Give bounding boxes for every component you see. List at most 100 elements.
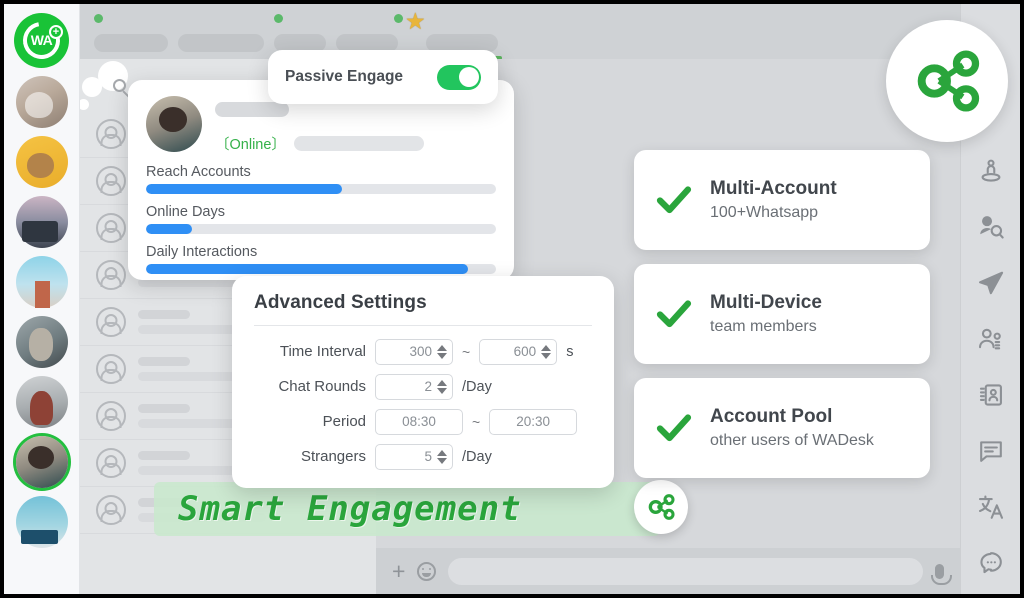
contact-name-placeholder — [138, 451, 190, 460]
support-chat-icon[interactable] — [976, 548, 1006, 578]
account-avatar-bridge[interactable] — [15, 196, 68, 248]
stepper-arrows[interactable] — [437, 379, 447, 394]
app-window: ★ + WA + Passive Engage 〔Online〕 Reach A… — [4, 4, 1020, 594]
feature-title: Multi-Account — [710, 178, 837, 199]
metric-progress-track — [146, 184, 496, 194]
setting-input-to-value: 600 — [513, 344, 537, 359]
tab-label-placeholder — [94, 33, 168, 52]
setting-label: Strangers — [300, 448, 366, 465]
advanced-settings-card: Advanced Settings Time Interval 300 ~600 s C… — [232, 276, 614, 488]
translate-icon[interactable] — [976, 492, 1006, 522]
contact-avatar-icon — [96, 401, 126, 431]
top-tab-3[interactable] — [336, 12, 398, 52]
search-icon[interactable] — [113, 79, 126, 92]
metric-progress-fill — [146, 184, 342, 194]
top-tab-4[interactable]: ★ — [394, 9, 502, 60]
logo-plus-badge: + — [49, 25, 63, 39]
divider — [254, 325, 592, 326]
top-tab-1[interactable] — [178, 12, 264, 52]
profile-subtitle-placeholder — [293, 136, 424, 151]
plus-icon[interactable]: + — [392, 559, 405, 583]
contact-avatar-icon — [96, 448, 126, 478]
contact-avatar-icon — [96, 260, 126, 290]
status-dot — [274, 13, 283, 23]
feature-card-1: Multi-Device team members — [634, 264, 930, 364]
tab-label-placeholder — [426, 33, 498, 52]
account-avatar-tower[interactable] — [15, 256, 68, 308]
setting-row-1: Chat Rounds 2/Day — [254, 369, 592, 404]
setting-time-to[interactable]: 20:30 — [489, 408, 578, 435]
add-group-icon[interactable] — [976, 324, 1006, 354]
banner-text: Smart Engagement — [178, 489, 522, 529]
setting-input[interactable]: 5 — [375, 443, 453, 470]
message-input[interactable] — [448, 557, 923, 585]
top-tab-bar: ★ — [80, 4, 960, 60]
setting-input-from[interactable]: 300 — [375, 338, 453, 365]
setting-label: Chat Rounds — [278, 378, 366, 395]
setting-unit: s — [566, 343, 574, 360]
advanced-settings-title: Advanced Settings — [254, 292, 427, 313]
setting-label: Time Interval — [279, 343, 366, 360]
top-tab-0[interactable] — [94, 12, 168, 52]
contact-avatar-icon — [96, 213, 126, 243]
setting-unit: /Day — [462, 448, 492, 465]
setting-input-value: 2 — [424, 379, 432, 394]
profile-name-placeholder — [215, 102, 289, 117]
contact-name-placeholder — [138, 357, 190, 366]
check-icon — [654, 294, 694, 334]
passive-engage-toggle[interactable] — [437, 64, 481, 90]
account-rail: WA + — [4, 4, 80, 594]
metric-label: Reach Accounts — [146, 164, 251, 180]
account-avatar-pug[interactable] — [15, 136, 68, 188]
setting-row-2: Period 08:30 ~20:30 — [254, 404, 592, 439]
metric-progress-track — [146, 224, 496, 234]
feature-title: Account Pool — [710, 406, 833, 427]
account-avatar-woman[interactable] — [15, 376, 68, 428]
person-locator-icon[interactable] — [976, 156, 1006, 186]
contact-card-icon[interactable] — [976, 380, 1006, 410]
account-avatar-kitten[interactable] — [15, 76, 68, 128]
feature-title: Multi-Device — [710, 292, 822, 313]
top-tab-2[interactable] — [274, 12, 326, 52]
stepper-arrows[interactable] — [437, 449, 447, 464]
stepper-arrows[interactable] — [541, 344, 552, 359]
feature-subtitle: other users of WADesk — [710, 432, 874, 449]
check-icon — [654, 408, 694, 448]
passive-engage-card: Passive Engage — [268, 50, 498, 104]
microphone-icon[interactable] — [931, 563, 952, 585]
emoji-icon[interactable] — [417, 561, 437, 581]
tab-label-placeholder — [336, 33, 398, 52]
smart-engagement-banner: Smart Engagement — [154, 480, 688, 536]
account-avatar-cat[interactable] — [15, 316, 68, 368]
setting-time-from[interactable]: 08:30 — [375, 408, 463, 435]
banner-share-badge[interactable] — [634, 480, 688, 534]
setting-input-value: 5 — [424, 449, 432, 464]
tab-label-placeholder — [178, 33, 264, 52]
account-avatar-man[interactable] — [15, 436, 68, 488]
setting-input[interactable]: 2 — [375, 373, 453, 400]
feature-card-2: Account Pool other users of WADesk — [634, 378, 930, 478]
metric-progress-track — [146, 264, 496, 274]
metric-0: Reach Accounts — [146, 164, 496, 194]
feature-card-list: Multi-Account 100+Whatsapp Multi-Device tea… — [634, 150, 930, 478]
message-composer-bar: + — [376, 548, 960, 594]
wadesk-logo[interactable]: WA + — [14, 13, 69, 68]
online-status: 〔Online〕 — [215, 137, 286, 153]
send-plane-icon[interactable] — [976, 268, 1006, 298]
decor-bubble — [82, 77, 102, 97]
stepper-arrows[interactable] — [437, 344, 447, 359]
metric-2: Daily Interactions — [146, 244, 496, 274]
contact-avatar-icon — [96, 495, 126, 525]
range-separator: ~ — [472, 413, 481, 430]
share-network-badge[interactable] — [886, 20, 1008, 142]
feature-text: Account Pool other users of WADesk — [710, 406, 874, 450]
share-network-icon — [917, 50, 980, 112]
message-icon[interactable] — [976, 436, 1006, 466]
account-avatar-building[interactable] — [15, 496, 68, 548]
profile-metrics-card: 〔Online〕 Reach Accounts Online Days Daily … — [128, 80, 514, 280]
metric-label: Online Days — [146, 204, 225, 220]
user-search-icon[interactable] — [976, 212, 1006, 242]
setting-input-to[interactable]: 600 — [479, 338, 558, 365]
status-dot — [94, 13, 103, 23]
profile-meta: 〔Online〕 — [215, 96, 496, 154]
